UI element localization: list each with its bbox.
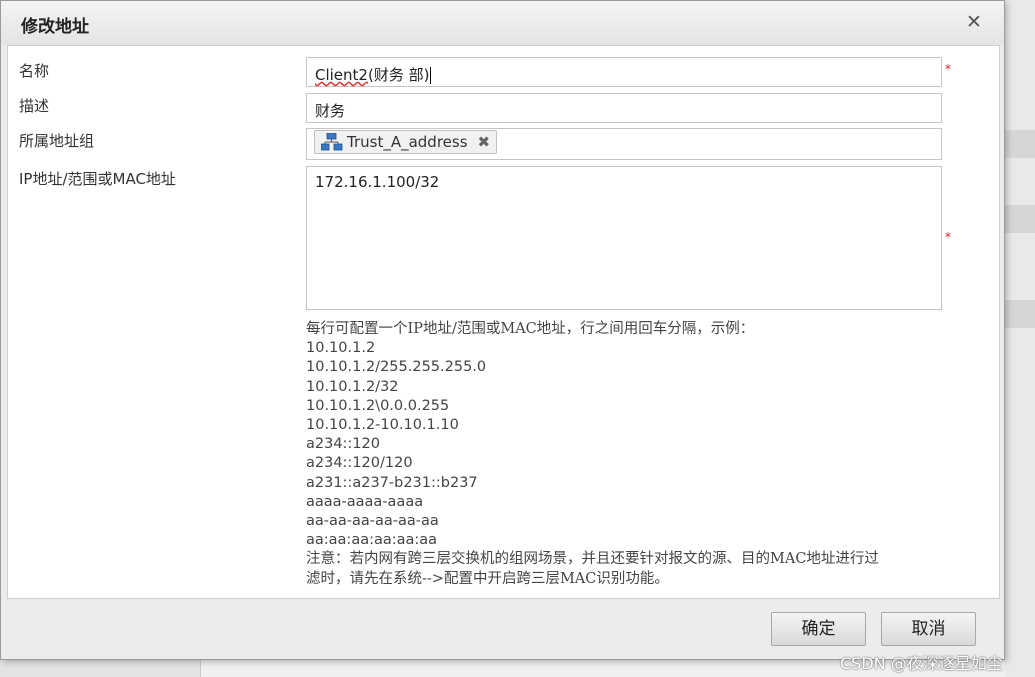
close-icon[interactable]: ✕ [963, 11, 985, 33]
description-label: 描述 [19, 97, 50, 115]
address-group-tag: Trust_A_address ✖ [314, 130, 498, 154]
background-row [1005, 300, 1035, 328]
help-note-line-2: 滤时，请先在系统-->配置中开启跨三层MAC识别功能。 [306, 570, 669, 587]
help-example: aa:aa:aa:aa:aa:aa [306, 532, 438, 549]
dialog-titlebar: 修改地址 ✕ [1, 1, 1004, 45]
background-row [1005, 130, 1035, 158]
help-text: 每行可配置一个IP地址/范围或MAC地址，行之间用回车分隔，示例： 10.10.… [306, 320, 966, 589]
name-label: 名称 [19, 62, 50, 80]
help-example: 10.10.1.2/32 [306, 378, 399, 395]
remove-tag-icon[interactable]: ✖ [478, 133, 491, 151]
help-example: aa-aa-aa-aa-aa-aa [306, 513, 439, 530]
name-required-mark: * [945, 62, 951, 76]
help-example: 10.10.1.2-10.10.1.10 [306, 417, 459, 434]
edit-address-dialog: 修改地址 ✕ 名称 Client2(财务 部) * 描述 财务 所属地址组 Tr… [0, 0, 1005, 660]
ip-address-textarea[interactable]: 172.16.1.100/32 [306, 166, 942, 310]
cancel-button[interactable]: 取消 [881, 612, 976, 646]
background-app-strip [1005, 0, 1035, 677]
description-input[interactable]: 财务 [306, 93, 942, 123]
address-group-label: 所属地址组 [19, 132, 95, 150]
help-example: a234::120/120 [306, 455, 413, 472]
dialog-body: 名称 Client2(财务 部) * 描述 财务 所属地址组 Trust_A_a… [7, 45, 1000, 599]
name-input[interactable]: Client2(财务 部) [306, 57, 942, 87]
help-note-line-1: 注意：若内网有跨三层交换机的组网场景，并且还要针对报文的源、目的MAC地址进行过 [306, 551, 879, 568]
background-app-sidebar [0, 660, 201, 677]
name-value-rest: (财务 部) [367, 66, 430, 84]
help-example: a231::a237-b231::b237 [306, 474, 478, 491]
name-value-prefix: Client2 [315, 66, 368, 84]
background-row [1005, 205, 1035, 233]
help-example: 10.10.1.2/255.255.255.0 [306, 359, 487, 376]
network-group-icon [320, 132, 343, 151]
help-intro: 每行可配置一个IP地址/范围或MAC地址，行之间用回车分隔，示例： [306, 321, 755, 337]
ip-address-label: IP地址/范围或MAC地址 [19, 170, 176, 188]
help-example: 10.10.1.2 [306, 340, 376, 357]
ok-button[interactable]: 确定 [771, 612, 866, 646]
help-example: 10.10.1.2\0.0.0.255 [306, 397, 450, 414]
ip-address-required-mark: * [945, 230, 951, 244]
text-cursor [430, 67, 432, 84]
address-group-tag-label: Trust_A_address [347, 133, 468, 151]
help-example: aaaa-aaaa-aaaa [306, 493, 424, 510]
help-example: a234::120 [306, 436, 381, 453]
dialog-title: 修改地址 [21, 17, 89, 37]
watermark: CSDN @夜深逐星如尘 [840, 654, 1003, 673]
